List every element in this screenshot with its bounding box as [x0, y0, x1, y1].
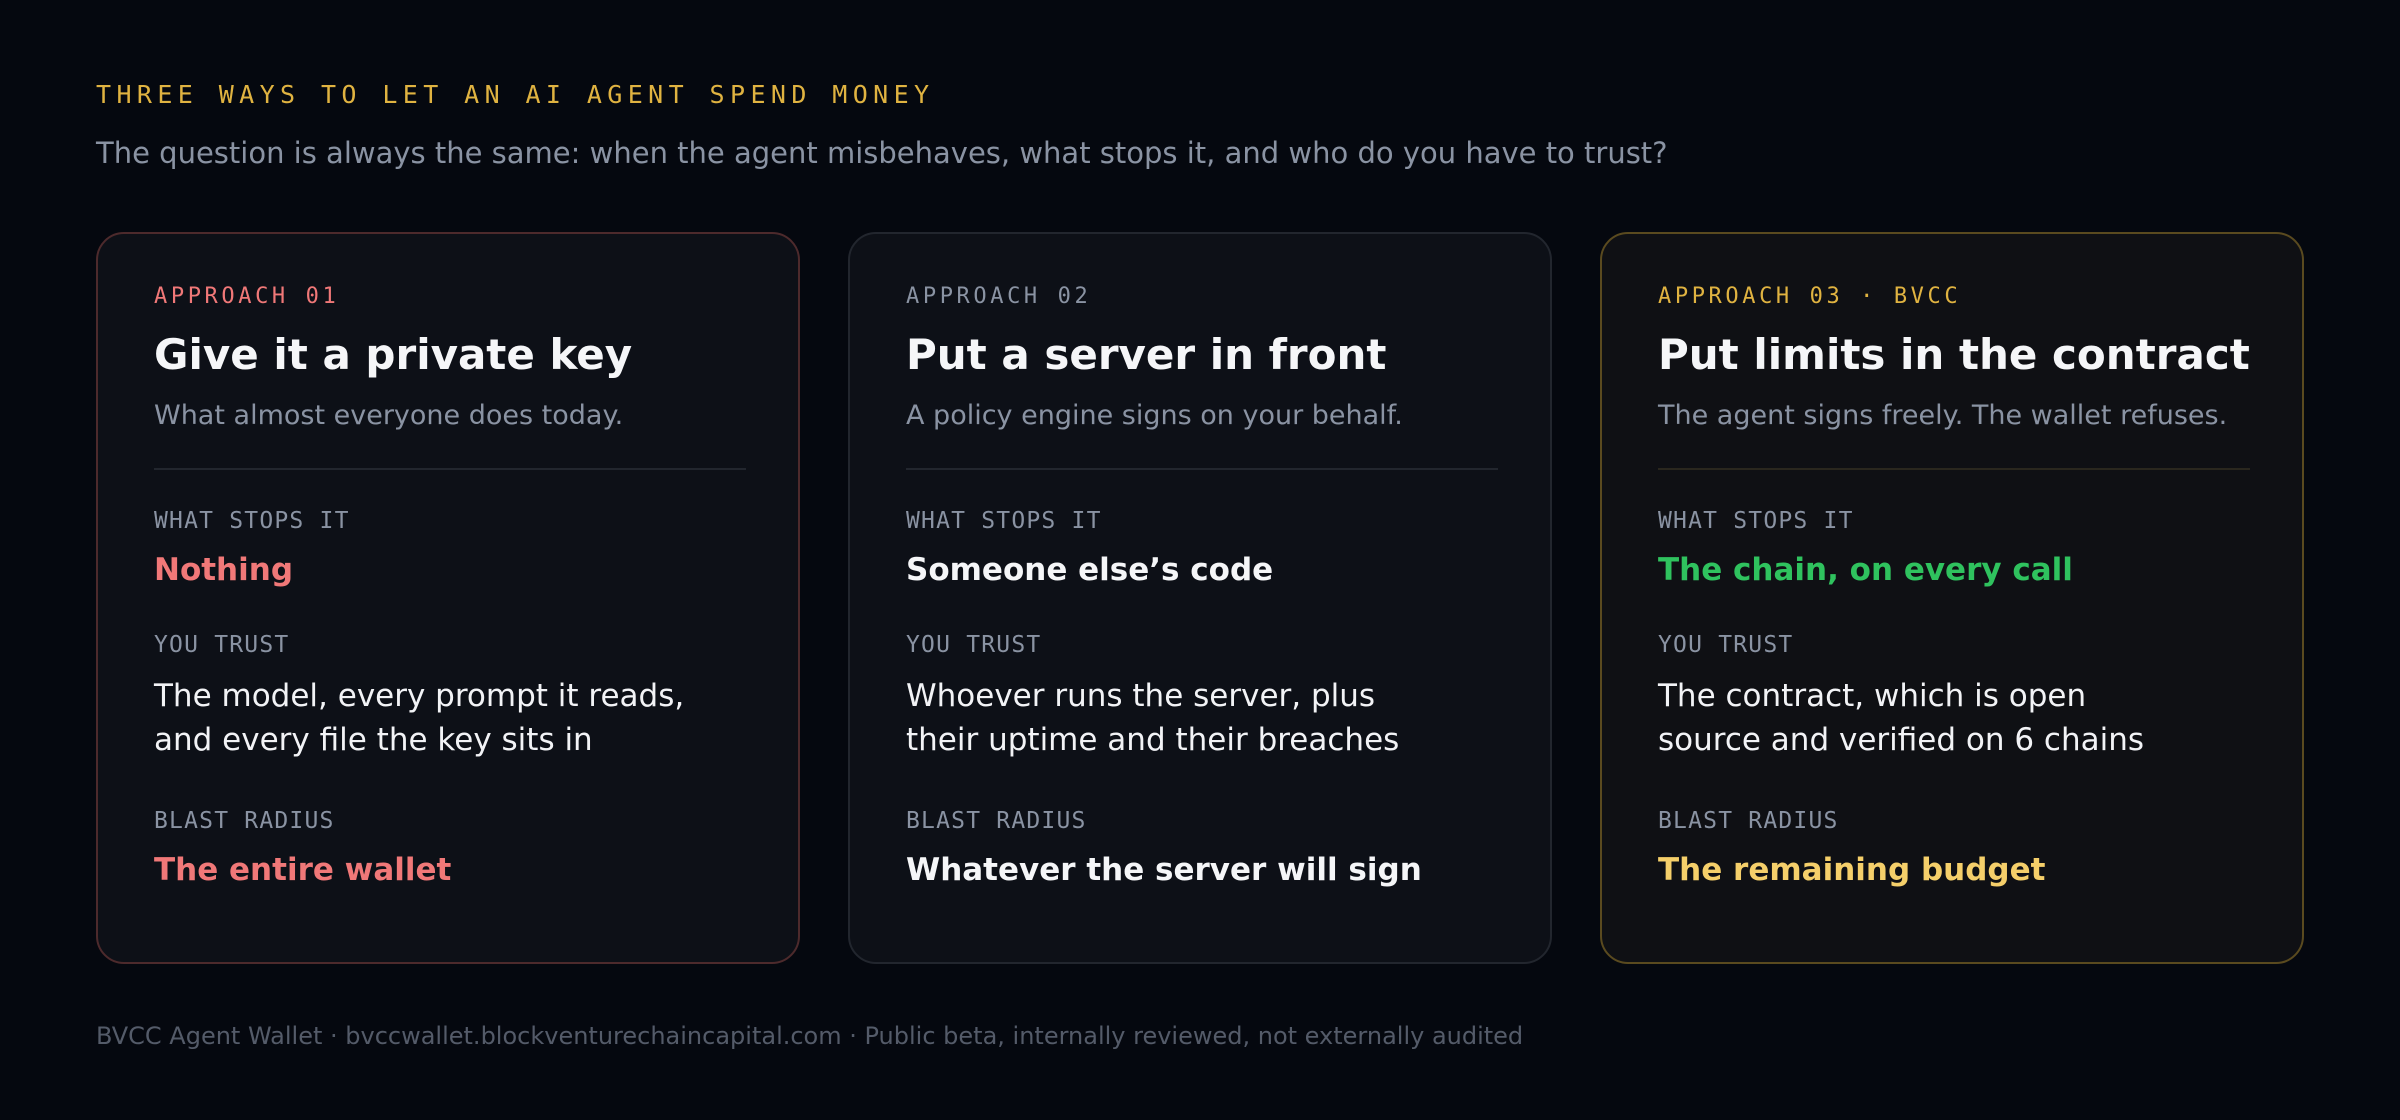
value-blast-radius: The entire wallet	[154, 852, 452, 888]
label-what-stops-it: WHAT STOPS IT	[1658, 508, 1854, 534]
card-title: Give it a private key	[154, 330, 633, 379]
value-what-stops-it: Nothing	[154, 552, 294, 588]
eyebrow-heading: THREE WAYS TO LET AN AI AGENT SPEND MONE…	[96, 80, 935, 109]
card-tag: APPROACH 02	[906, 284, 1092, 309]
value-you-trust: The contract, which is open source and v…	[1658, 674, 2218, 762]
card-lede: A policy engine signs on your behalf.	[906, 400, 1403, 431]
footer-note: BVCC Agent Wallet · bvccwallet.blockvent…	[96, 1022, 1524, 1050]
value-what-stops-it: The chain, on every call	[1658, 552, 2073, 588]
label-blast-radius: BLAST RADIUS	[1658, 808, 1839, 834]
value-what-stops-it: Someone else’s code	[906, 552, 1274, 588]
you-trust-line-1: The contract, which is open	[1658, 678, 2087, 714]
label-you-trust: YOU TRUST	[1658, 632, 1794, 658]
card-approach-02: APPROACH 02 Put a server in front A poli…	[848, 232, 1552, 964]
page-subtitle: The question is always the same: when th…	[96, 136, 1668, 170]
card-divider	[1658, 468, 2250, 470]
label-blast-radius: BLAST RADIUS	[154, 808, 335, 834]
card-tag: APPROACH 03 · BVCC	[1658, 284, 1962, 309]
approach-cards: APPROACH 01 Give it a private key What a…	[96, 232, 2304, 964]
card-title: Put limits in the contract	[1658, 330, 2250, 379]
label-what-stops-it: WHAT STOPS IT	[154, 508, 350, 534]
label-you-trust: YOU TRUST	[154, 632, 290, 658]
card-approach-03: APPROACH 03 · BVCC Put limits in the con…	[1600, 232, 2304, 964]
you-trust-line-1: Whoever runs the server, plus	[906, 678, 1376, 714]
card-lede: The agent signs freely. The wallet refus…	[1658, 400, 2228, 431]
card-lede: What almost everyone does today.	[154, 400, 624, 431]
card-tag: APPROACH 01	[154, 284, 340, 309]
card-approach-01: APPROACH 01 Give it a private key What a…	[96, 232, 800, 964]
label-what-stops-it: WHAT STOPS IT	[906, 508, 1102, 534]
you-trust-line-2: their uptime and their breaches	[906, 722, 1400, 758]
card-title: Put a server in front	[906, 330, 1387, 379]
value-blast-radius: The remaining budget	[1658, 852, 2046, 888]
value-blast-radius: Whatever the server will sign	[906, 852, 1422, 888]
card-divider	[906, 468, 1498, 470]
you-trust-line-2: source and verified on 6 chains	[1658, 722, 2145, 758]
page: THREE WAYS TO LET AN AI AGENT SPEND MONE…	[0, 0, 2400, 1120]
value-you-trust: Whoever runs the server, plus their upti…	[906, 674, 1466, 762]
label-blast-radius: BLAST RADIUS	[906, 808, 1087, 834]
label-you-trust: YOU TRUST	[906, 632, 1042, 658]
card-divider	[154, 468, 746, 470]
value-you-trust: The model, every prompt it reads, and ev…	[154, 674, 714, 762]
you-trust-line-1: The model, every prompt it reads,	[154, 678, 685, 714]
you-trust-line-2: and every file the key sits in	[154, 722, 593, 758]
